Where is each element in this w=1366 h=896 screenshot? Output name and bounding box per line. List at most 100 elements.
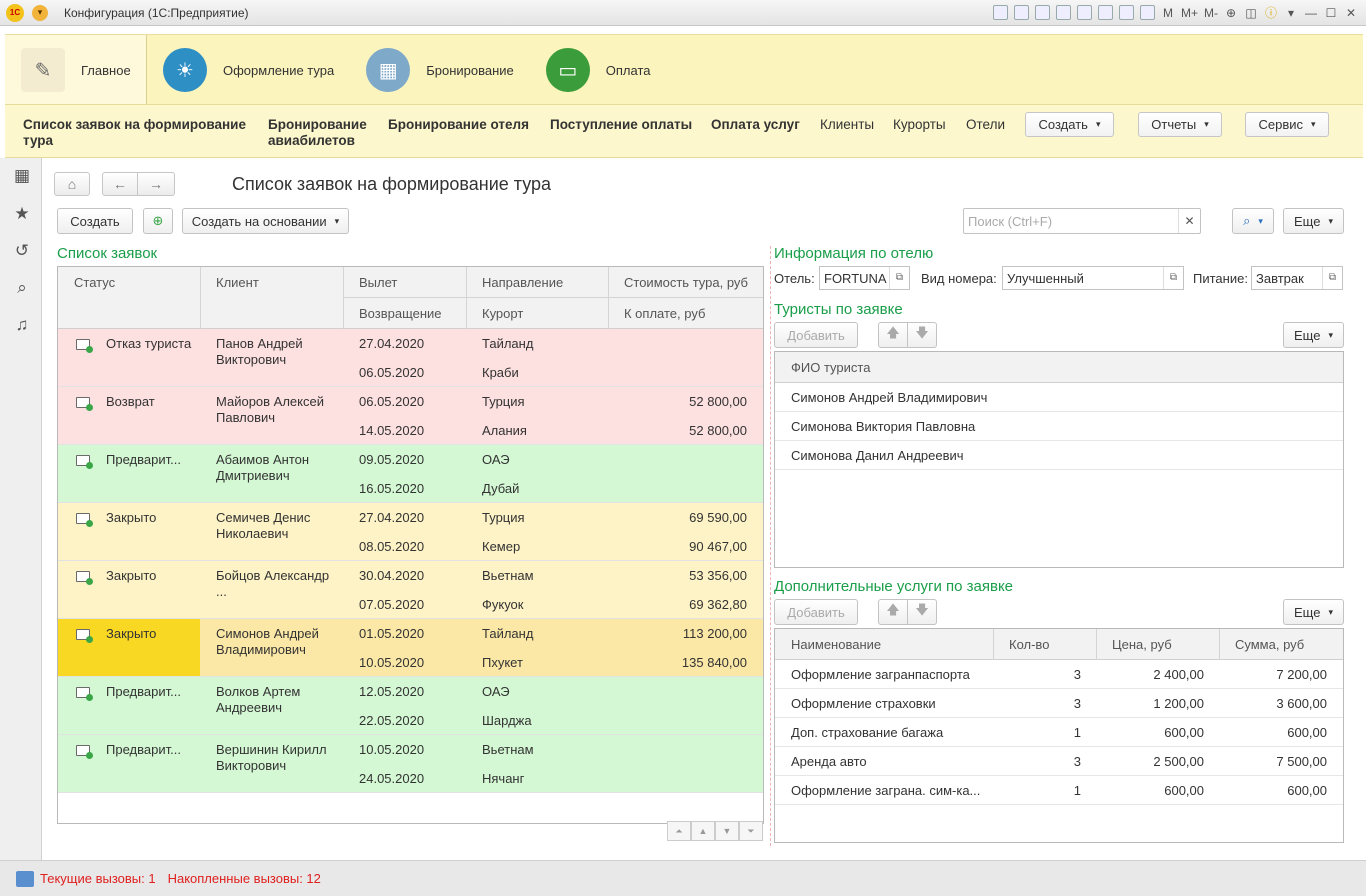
minimize-icon[interactable]: —: [1304, 6, 1318, 20]
scroll-up-icon[interactable]: ▲: [691, 821, 715, 841]
table-row[interactable]: Доп. страхование багажа 1 600,00 600,00: [775, 718, 1343, 747]
services-more-button[interactable]: Еще: [1283, 599, 1344, 625]
main-menu-icon[interactable]: ▾: [32, 4, 48, 21]
all-functions-icon[interactable]: ▦: [12, 166, 32, 186]
save-icon[interactable]: [992, 5, 1008, 20]
home-button[interactable]: ⌂: [54, 172, 90, 196]
table-row[interactable]: Оформление страховки 3 1 200,00 3 600,00: [775, 689, 1343, 718]
print-icon[interactable]: [1013, 5, 1029, 20]
close-icon[interactable]: ✕: [1344, 6, 1358, 20]
table-row[interactable]: Закрыто Бойцов Александр ... 30.04.2020 07.…: [58, 561, 763, 619]
col-return[interactable]: Возвращение: [359, 306, 442, 321]
clear-icon[interactable]: ✕: [1178, 209, 1200, 233]
list-item[interactable]: Симонов Андрей Владимирович: [775, 383, 1343, 412]
col-service-qty[interactable]: Кол-во: [1009, 637, 1049, 652]
cmd-order-list[interactable]: Список заявок на формирование тура: [23, 117, 255, 149]
table-row[interactable]: Оформление заграна. сим-ка... 1 600,00 600,…: [775, 776, 1343, 805]
panel-icon[interactable]: ◫: [1244, 6, 1258, 20]
splitter[interactable]: [770, 246, 771, 846]
open-icon[interactable]: ⧉: [889, 267, 909, 289]
cmd-hotels[interactable]: Отели: [966, 117, 1005, 133]
list-item[interactable]: Симонова Виктория Павловна: [775, 412, 1343, 441]
cmd-resorts[interactable]: Курорты: [893, 117, 946, 133]
tourists-add-button[interactable]: Добавить: [774, 322, 858, 348]
search-options-button[interactable]: ⌕: [1232, 208, 1274, 234]
tourists-more-button[interactable]: Еще: [1283, 322, 1344, 348]
info-icon[interactable]: ⓘ: [1264, 4, 1278, 21]
table-row[interactable]: Предварит... Волков Артем Андреевич 12.05.…: [58, 677, 763, 735]
memory-button[interactable]: M: [1161, 6, 1175, 20]
scroll-bottom-icon[interactable]: ⏷: [739, 821, 763, 841]
memory-plus-button[interactable]: M+: [1181, 6, 1198, 20]
reports-menu-button[interactable]: Отчеты: [1138, 112, 1222, 137]
section-main[interactable]: ✎ Главное: [5, 35, 147, 105]
favorites-icon[interactable]: ★: [12, 204, 32, 224]
table-row[interactable]: Отказ туриста Панов Андрей Викторович 27.0…: [58, 329, 763, 387]
table-row[interactable]: Оформление загранпаспорта 3 2 400,00 7 200,…: [775, 660, 1343, 689]
cmd-pay-services[interactable]: Оплата услуг: [711, 117, 800, 133]
upload-icon[interactable]: [1055, 5, 1071, 20]
move-down-button[interactable]: 🡇: [907, 322, 937, 348]
scroll-down-icon[interactable]: ▼: [715, 821, 739, 841]
open-icon[interactable]: ⧉: [1163, 267, 1183, 289]
table-row[interactable]: Предварит... Вершинин Кирилл Викторович 10…: [58, 735, 763, 793]
col-service-name[interactable]: Наименование: [791, 637, 881, 652]
notifications-icon[interactable]: ♫: [12, 315, 32, 335]
col-service-sum[interactable]: Сумма, руб: [1235, 637, 1304, 652]
create-button[interactable]: Создать: [57, 208, 133, 234]
search-input[interactable]: [968, 213, 1178, 229]
col-cost[interactable]: Стоимость тура, руб: [624, 275, 748, 290]
dropdown-icon[interactable]: ▾: [1284, 6, 1298, 20]
section-payment[interactable]: ▭ Оплата: [530, 35, 667, 105]
preview-icon[interactable]: [1034, 5, 1050, 20]
cmd-payments-in[interactable]: Поступление оплаты: [550, 117, 692, 133]
services-move-down-button[interactable]: 🡇: [907, 599, 937, 625]
col-departure[interactable]: Вылет: [359, 275, 397, 290]
move-up-button[interactable]: 🡅: [878, 322, 908, 348]
table-row[interactable]: Закрыто Симонов Андрей Владимирович 01.05.…: [58, 619, 763, 677]
spreadsheet-icon[interactable]: [1097, 5, 1113, 20]
create-copy-button[interactable]: ⊕: [143, 208, 173, 234]
col-resort[interactable]: Курорт: [482, 306, 523, 321]
search-icon[interactable]: ⌕: [12, 278, 32, 298]
back-button[interactable]: ←: [102, 172, 138, 196]
more-button[interactable]: Еще: [1283, 208, 1344, 234]
server-calls-icon[interactable]: [16, 870, 34, 887]
room-field[interactable]: Улучшенный ⧉: [1002, 266, 1184, 290]
table-row[interactable]: Закрыто Семичев Денис Николаевич 27.04.202…: [58, 503, 763, 561]
calculator-icon[interactable]: [1118, 5, 1134, 20]
cmd-hotel-booking[interactable]: Бронирование отеля: [388, 117, 529, 133]
app-logo-icon[interactable]: 1С: [6, 3, 24, 22]
cmd-clients[interactable]: Клиенты: [820, 117, 874, 133]
download-icon[interactable]: [1076, 5, 1092, 20]
table-row[interactable]: Предварит... Абаимов Антон Дмитриевич 09.0…: [58, 445, 763, 503]
cmd-avia-booking[interactable]: Бронирование авиабилетов: [268, 117, 378, 149]
section-tour[interactable]: ☀ Оформление тура: [147, 35, 350, 105]
table-row[interactable]: Аренда авто 3 2 500,00 7 500,00: [775, 747, 1343, 776]
maximize-icon[interactable]: ☐: [1324, 6, 1338, 20]
meal-field[interactable]: Завтрак ⧉: [1251, 266, 1343, 290]
col-direction[interactable]: Направление: [482, 275, 563, 290]
service-menu-button[interactable]: Сервис: [1245, 112, 1329, 137]
col-client[interactable]: Клиент: [216, 275, 259, 290]
forward-button[interactable]: →: [137, 172, 175, 196]
list-item[interactable]: Симонова Данил Андреевич: [775, 441, 1343, 470]
create-based-on-button[interactable]: Создать на основании: [182, 208, 349, 234]
open-icon[interactable]: ⧉: [1322, 267, 1342, 289]
table-row[interactable]: Возврат Майоров Алексей Павлович 06.05.202…: [58, 387, 763, 445]
col-service-price[interactable]: Цена, руб: [1112, 637, 1172, 652]
history-icon[interactable]: ↺: [12, 241, 32, 261]
create-menu-button[interactable]: Создать: [1025, 112, 1114, 137]
col-to-pay[interactable]: К оплате, руб: [624, 306, 705, 321]
services-add-button[interactable]: Добавить: [774, 599, 858, 625]
calendar-icon[interactable]: [1139, 5, 1155, 20]
services-move-up-button[interactable]: 🡅: [878, 599, 908, 625]
col-status[interactable]: Статус: [74, 275, 115, 290]
search-field[interactable]: ✕: [963, 208, 1201, 234]
col-tourist-name[interactable]: ФИО туриста: [791, 360, 870, 375]
memory-minus-button[interactable]: M-: [1204, 6, 1218, 20]
section-booking[interactable]: ▦ Бронирование: [350, 35, 530, 105]
hotel-field[interactable]: FORTUNA ⧉: [819, 266, 910, 290]
zoom-icon[interactable]: ⊕: [1224, 6, 1238, 20]
scroll-top-icon[interactable]: ⏶: [667, 821, 691, 841]
